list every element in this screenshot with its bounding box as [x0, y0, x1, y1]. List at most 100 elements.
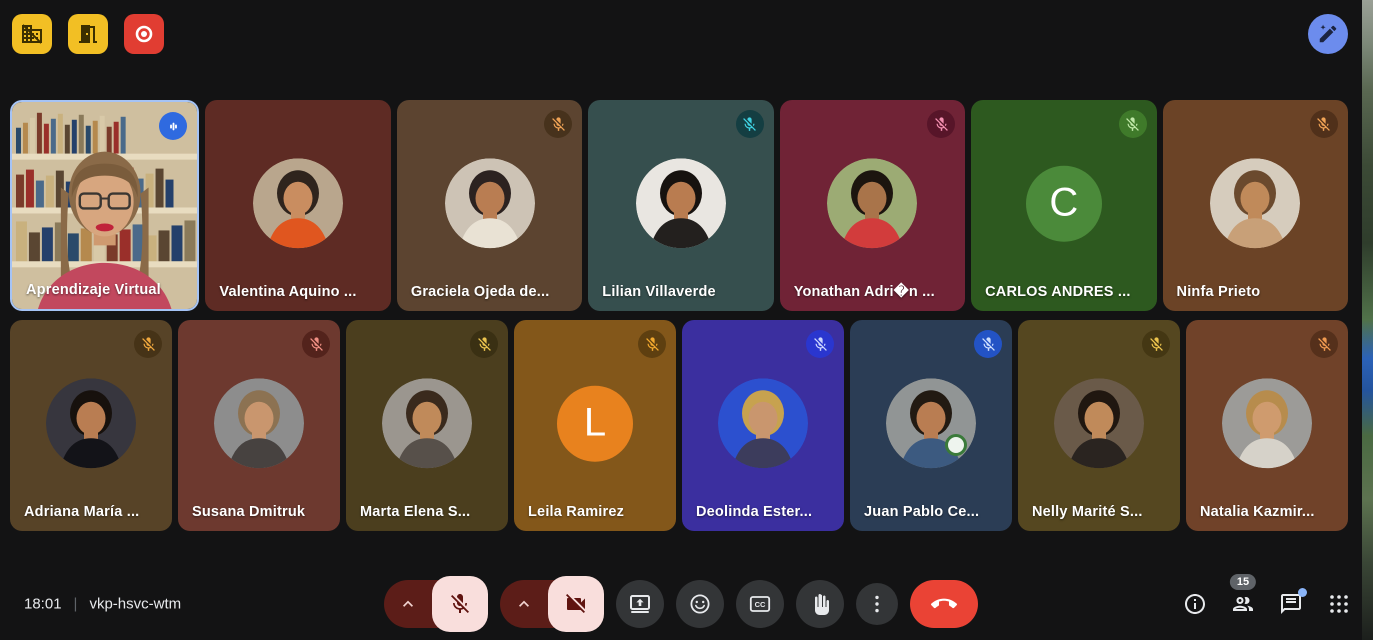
call-controls: CC — [384, 576, 978, 632]
mic-off-badge — [1310, 110, 1338, 138]
more-options-button[interactable] — [856, 583, 898, 625]
avatar — [382, 378, 472, 468]
google-meet-window: Aprendizaje Virtual Valentina Aquino ...… — [0, 0, 1373, 640]
clock: 18:01 — [24, 596, 62, 613]
avatar — [253, 158, 343, 248]
activities-button[interactable] — [1327, 592, 1351, 616]
mic-off-badge — [302, 330, 330, 358]
camera-control-group — [500, 576, 604, 632]
participant-name: Aprendizaje Virtual — [26, 282, 161, 298]
mic-off-badge — [544, 110, 572, 138]
raise-hand-button[interactable] — [796, 580, 844, 628]
letter-avatar: C — [1026, 165, 1102, 241]
unread-dot — [1298, 588, 1307, 597]
mic-off-badge — [1310, 330, 1338, 358]
mic-off-icon — [140, 336, 157, 353]
avatar — [214, 378, 304, 468]
apps-icon — [1327, 592, 1351, 616]
participant-tile[interactable]: Lilian Villaverde — [588, 100, 773, 311]
captions-icon: CC — [748, 592, 772, 616]
mic-off-icon — [933, 116, 950, 133]
mic-off-badge — [736, 110, 764, 138]
meeting-details-button[interactable] — [1183, 592, 1207, 616]
participant-tile[interactable]: Natalia Kazmir... — [1186, 320, 1348, 531]
participant-name: Deolinda Ester... — [696, 504, 812, 520]
building-off-icon — [20, 22, 44, 46]
leave-call-button[interactable] — [910, 580, 978, 628]
participant-name: Valentina Aquino ... — [219, 284, 356, 300]
mic-toggle-button[interactable] — [432, 576, 488, 632]
participant-name: Natalia Kazmir... — [1200, 504, 1315, 520]
avatar — [1222, 378, 1312, 468]
mic-off-icon — [1315, 116, 1332, 133]
present-screen-button[interactable] — [616, 580, 664, 628]
participant-tile[interactable]: LLeila Ramirez — [514, 320, 676, 531]
people-icon — [1231, 592, 1255, 616]
participant-name: Leila Ramirez — [528, 504, 624, 520]
captions-button[interactable]: CC — [736, 580, 784, 628]
participant-tile[interactable]: Susana Dmitruk — [178, 320, 340, 531]
present-icon — [628, 592, 652, 616]
people-button[interactable]: 15 — [1231, 592, 1255, 616]
cam-off-icon — [564, 592, 588, 616]
participant-name: Susana Dmitruk — [192, 504, 305, 520]
avatar — [1054, 378, 1144, 468]
avatar — [636, 158, 726, 248]
participant-grid: Aprendizaje Virtual Valentina Aquino ...… — [10, 100, 1348, 540]
more-vert-icon — [865, 592, 889, 616]
mic-off-badge — [638, 330, 666, 358]
participant-tile[interactable]: Graciela Ojeda de... — [397, 100, 582, 311]
desktop-wallpaper-sliver — [1362, 0, 1373, 640]
avatar — [1210, 158, 1300, 248]
participant-tile[interactable]: Ninfa Prieto — [1163, 100, 1348, 311]
effects-pen-button[interactable] — [1308, 14, 1348, 54]
participant-name: Juan Pablo Ce... — [864, 504, 979, 520]
participant-name: CARLOS ANDRES ... — [985, 284, 1130, 300]
participant-tile[interactable]: C CARLOS ANDRES ... — [971, 100, 1156, 311]
meeting-info: 18:01 | vkp-hsvc-wtm — [24, 596, 181, 613]
participant-name: Nelly Marité S... — [1032, 504, 1143, 520]
participant-name: Graciela Ojeda de... — [411, 284, 550, 300]
participant-tile[interactable]: Nelly Marité S... — [1018, 320, 1180, 531]
chat-button[interactable] — [1279, 592, 1303, 616]
mic-off-icon — [476, 336, 493, 353]
info-icon — [1183, 592, 1207, 616]
mic-off-icon — [1124, 116, 1141, 133]
emoji-icon — [688, 592, 712, 616]
participant-tile[interactable]: Juan Pablo Ce... — [850, 320, 1012, 531]
participant-name: Ninfa Prieto — [1177, 284, 1261, 300]
logo-chip — [945, 434, 967, 456]
mic-off-badge — [1119, 110, 1147, 138]
participant-name: Adriana María ... — [24, 504, 139, 520]
bottom-bar: 18:01 | vkp-hsvc-wtm CC 15 — [0, 568, 1373, 640]
reactions-button[interactable] — [676, 580, 724, 628]
meeting-code: vkp-hsvc-wtm — [89, 596, 181, 613]
magic-pen-icon — [1317, 23, 1339, 45]
mic-off-badge — [806, 330, 834, 358]
participant-tile[interactable]: Adriana María ... — [10, 320, 172, 531]
participant-tile[interactable]: Yonathan Adri�n ... — [780, 100, 965, 311]
avatar — [46, 378, 136, 468]
participant-name: Marta Elena S... — [360, 504, 470, 520]
mic-off-badge — [134, 330, 162, 358]
side-panel-buttons: 15 — [1183, 592, 1351, 616]
door-button[interactable] — [68, 14, 108, 54]
participant-tile[interactable]: Valentina Aquino ... — [205, 100, 390, 311]
participant-tile[interactable]: Deolinda Ester... — [682, 320, 844, 531]
companion-mode-off-button[interactable] — [12, 14, 52, 54]
participant-tile[interactable]: Marta Elena S... — [346, 320, 508, 531]
mic-off-badge — [927, 110, 955, 138]
grid-row-2: Adriana María ... Susana Dmitruk Marta E… — [10, 320, 1348, 531]
avatar — [445, 158, 535, 248]
record-button[interactable] — [124, 14, 164, 54]
participant-count-badge: 15 — [1230, 574, 1256, 590]
camera-toggle-button[interactable] — [548, 576, 604, 632]
mic-off-icon — [448, 592, 472, 616]
record-icon — [132, 22, 156, 46]
mic-off-badge — [974, 330, 1002, 358]
mic-off-badge — [1142, 330, 1170, 358]
participant-name: Lilian Villaverde — [602, 284, 716, 300]
mic-off-icon — [741, 116, 758, 133]
mic-off-icon — [980, 336, 997, 353]
participant-tile[interactable]: Aprendizaje Virtual — [10, 100, 199, 311]
